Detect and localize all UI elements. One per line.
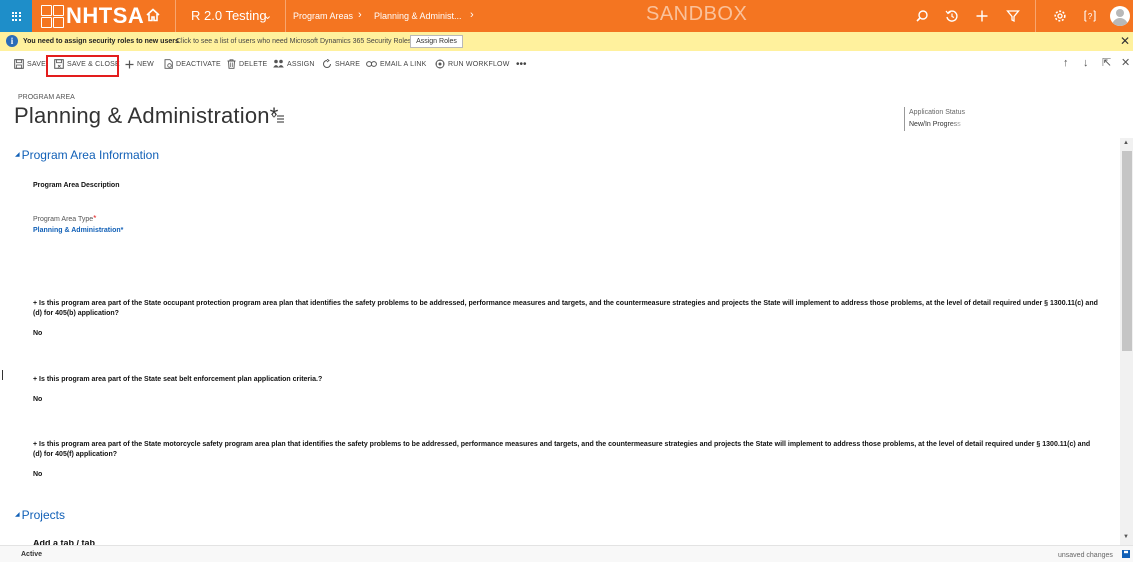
run-workflow-label: RUN WORKFLOW bbox=[448, 60, 510, 68]
notification-message: You need to assign security roles to new… bbox=[23, 38, 179, 45]
environment-name[interactable]: R 2.0 Testing bbox=[191, 8, 267, 24]
save-icon bbox=[14, 59, 24, 69]
trash-icon bbox=[227, 59, 236, 69]
save-icon[interactable] bbox=[1122, 550, 1130, 558]
plus-icon bbox=[125, 60, 134, 68]
share-button[interactable]: SHARE bbox=[322, 57, 360, 71]
save-and-close-highlight bbox=[46, 55, 119, 77]
question-motorcycle-safety: + Is this program area part of the State… bbox=[33, 441, 1091, 458]
header-divider bbox=[904, 107, 905, 131]
required-asterisk: * bbox=[93, 214, 97, 223]
breadcrumb-current-record[interactable]: Planning & Administ... bbox=[374, 10, 462, 22]
chevron-right-icon[interactable]: › bbox=[470, 9, 474, 21]
deactivate-button[interactable]: DEACTIVATE bbox=[164, 57, 221, 71]
close-record-icon[interactable]: ✕ bbox=[1121, 57, 1130, 69]
application-status-value: New/In Progress bbox=[909, 121, 961, 128]
section-program-area-information[interactable]: ◢ Program Area Information bbox=[15, 147, 159, 163]
top-navigation-bar: NHTSA R 2.0 Testing ⌄ Program Areas › Pl… bbox=[0, 0, 1133, 32]
plus-icon[interactable] bbox=[975, 9, 989, 23]
share-icon bbox=[323, 59, 331, 68]
more-commands-button[interactable]: ••• bbox=[516, 57, 527, 71]
nav-divider bbox=[175, 0, 176, 32]
program-area-type-value[interactable]: Planning & Administration* bbox=[33, 226, 123, 235]
application-status-label: Application Status bbox=[909, 109, 966, 116]
new-label: NEW bbox=[137, 60, 154, 68]
assign-roles-button[interactable]: Assign Roles bbox=[410, 35, 463, 48]
link-icon bbox=[366, 61, 377, 67]
pop-out-icon[interactable]: ⇱ bbox=[1102, 57, 1111, 69]
waffle-icon bbox=[11, 11, 21, 21]
notification-bar: i You need to assign security roles to n… bbox=[0, 32, 1133, 51]
assign-button[interactable]: ASSIGN bbox=[273, 57, 315, 71]
history-icon[interactable] bbox=[945, 9, 959, 23]
nav-divider bbox=[285, 0, 286, 32]
projects-title: Projects bbox=[21, 508, 65, 522]
question-seat-belt-enforcement: + Is this program area part of the State… bbox=[33, 376, 323, 383]
scroll-down-icon[interactable]: ▼ bbox=[1123, 534, 1129, 540]
chevron-down-icon[interactable]: ⌄ bbox=[263, 8, 272, 24]
answer-seat-belt-enforcement[interactable]: No bbox=[33, 395, 42, 404]
home-icon[interactable] bbox=[146, 8, 160, 22]
app-launcher-button[interactable] bbox=[0, 0, 32, 32]
more-icon: ••• bbox=[516, 58, 527, 70]
email-a-link-label: EMAIL A LINK bbox=[380, 60, 427, 68]
scrollbar-thumb[interactable] bbox=[1122, 151, 1132, 351]
email-a-link-button[interactable]: EMAIL A LINK bbox=[366, 57, 427, 71]
workflow-icon bbox=[435, 59, 445, 69]
program-area-description-label[interactable]: Program Area Description bbox=[33, 181, 120, 190]
assign-icon bbox=[273, 59, 284, 68]
unsaved-changes-text: unsaved changes bbox=[1058, 552, 1113, 559]
previous-record-icon[interactable]: ↑ bbox=[1063, 57, 1069, 69]
deactivate-label: DEACTIVATE bbox=[176, 60, 221, 68]
text-cursor bbox=[2, 370, 3, 380]
delete-label: DELETE bbox=[239, 60, 268, 68]
user-avatar[interactable] bbox=[1110, 6, 1130, 26]
section-title: Program Area Information bbox=[21, 148, 160, 162]
filter-icon[interactable] bbox=[1006, 9, 1020, 23]
save-button[interactable]: SAVE bbox=[14, 57, 46, 71]
nav-divider bbox=[1035, 0, 1036, 32]
breadcrumb-program-areas[interactable]: Program Areas bbox=[293, 10, 353, 22]
form-selector-icon[interactable] bbox=[272, 114, 284, 123]
chevron-right-icon: › bbox=[358, 9, 362, 21]
record-title: Planning & Administration* bbox=[14, 103, 279, 128]
logo-text: NHTSA bbox=[66, 3, 145, 28]
svg-text:?: ? bbox=[1088, 12, 1093, 21]
entity-type-label: PROGRAM AREA bbox=[18, 94, 75, 101]
share-label: SHARE bbox=[335, 60, 361, 68]
section-projects[interactable]: ◢ Projects bbox=[15, 507, 65, 523]
new-button[interactable]: NEW bbox=[125, 57, 154, 71]
search-icon[interactable] bbox=[915, 9, 929, 23]
nhtsa-logo[interactable]: NHTSA bbox=[41, 4, 144, 28]
scroll-up-icon[interactable]: ▲ bbox=[1123, 140, 1129, 146]
record-status: Active bbox=[21, 551, 43, 558]
collapse-triangle-icon: ◢ bbox=[15, 152, 20, 158]
collapse-triangle-icon: ◢ bbox=[15, 512, 20, 518]
question-occupant-protection: + Is this program area part of the State… bbox=[33, 300, 1098, 317]
status-footer: Active unsaved changes bbox=[0, 545, 1133, 562]
logo-mark-icon bbox=[41, 4, 64, 28]
answer-motorcycle-safety[interactable]: No bbox=[33, 470, 42, 479]
command-bar: SAVE SAVE & CLOSE NEW DEACTIVATE DELETE … bbox=[0, 55, 1133, 73]
assign-label: ASSIGN bbox=[287, 60, 315, 68]
notification-detail-link[interactable]: Click to see a list of users who need Mi… bbox=[176, 37, 413, 47]
answer-occupant-protection[interactable]: No bbox=[33, 329, 42, 338]
run-workflow-button[interactable]: RUN WORKFLOW bbox=[435, 57, 510, 71]
next-record-icon[interactable]: ↓ bbox=[1083, 57, 1089, 69]
settings-icon[interactable] bbox=[1053, 9, 1067, 23]
help-icon[interactable]: ? bbox=[1083, 9, 1097, 23]
program-area-type-label: Program Area Type* bbox=[33, 214, 96, 224]
save-label: SAVE bbox=[27, 60, 46, 68]
program-area-type-label-text: Program Area Type bbox=[33, 216, 94, 223]
delete-button[interactable]: DELETE bbox=[227, 57, 267, 71]
close-icon[interactable]: ✕ bbox=[1120, 34, 1130, 48]
deactivate-icon bbox=[164, 59, 173, 69]
sandbox-watermark: SANDBOX bbox=[646, 3, 748, 25]
info-icon: i bbox=[6, 35, 18, 47]
